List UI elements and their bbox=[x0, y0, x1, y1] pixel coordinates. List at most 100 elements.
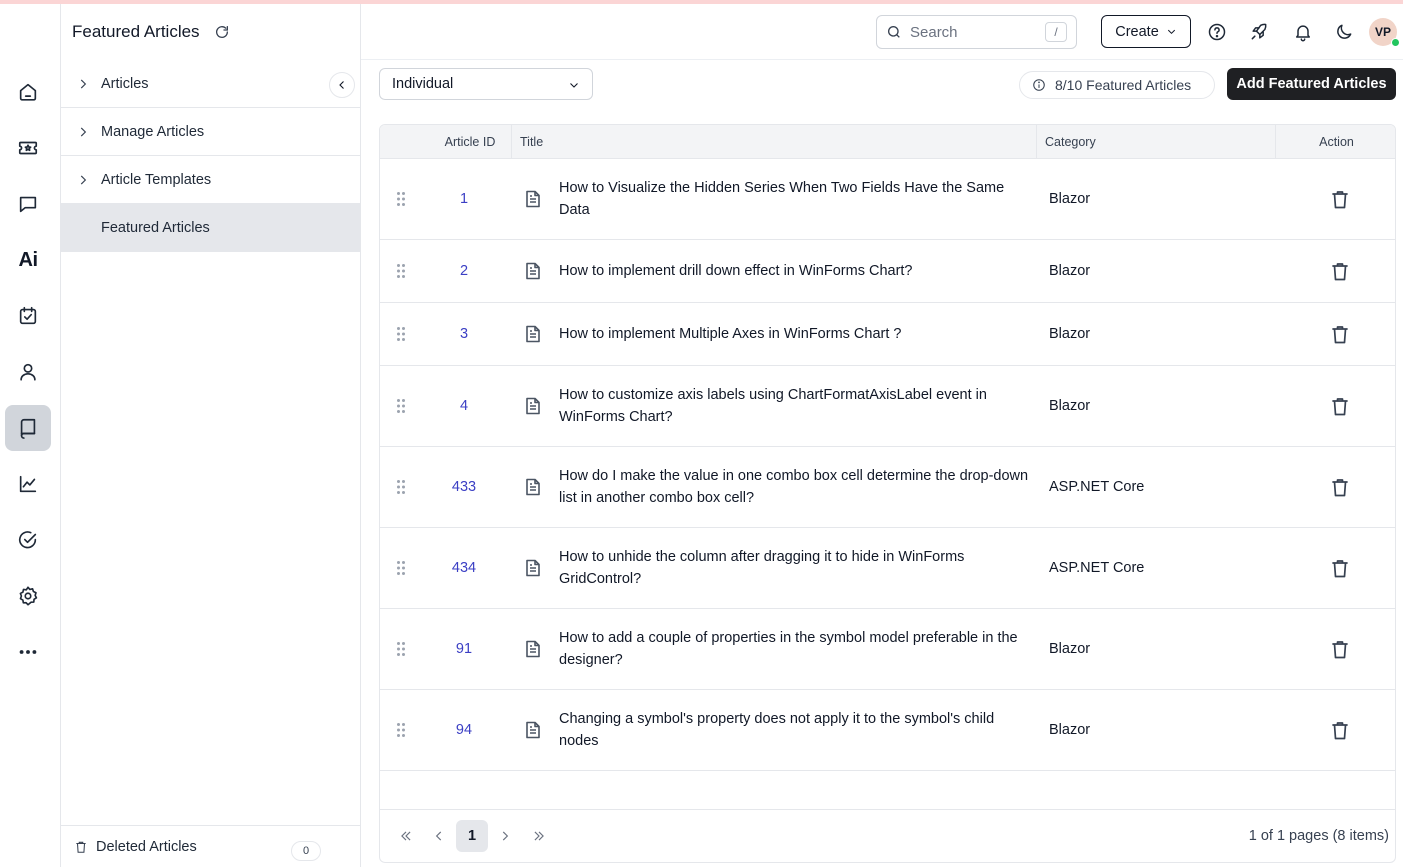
featured-count-badge: 8/10 Featured Articles bbox=[1019, 71, 1215, 99]
tasks-icon[interactable] bbox=[5, 293, 51, 339]
last-page-button[interactable] bbox=[523, 820, 555, 852]
column-header-category[interactable]: Category bbox=[1036, 125, 1275, 159]
reports-icon[interactable] bbox=[5, 461, 51, 507]
create-button[interactable]: Create bbox=[1101, 15, 1191, 48]
rocket-icon[interactable] bbox=[1247, 20, 1271, 44]
drag-handle-icon[interactable] bbox=[396, 609, 406, 689]
home-icon[interactable] bbox=[5, 69, 51, 115]
nav-item-article-templates[interactable]: Article Templates bbox=[61, 156, 361, 204]
article-id-link[interactable]: 3 bbox=[429, 303, 499, 365]
column-header-title[interactable]: Title bbox=[511, 125, 1036, 159]
drag-handle-icon[interactable] bbox=[396, 303, 406, 365]
header-divider bbox=[361, 59, 1403, 60]
refresh-icon[interactable] bbox=[214, 24, 230, 40]
approvals-icon[interactable] bbox=[5, 517, 51, 563]
more-icon[interactable] bbox=[5, 629, 51, 675]
bell-icon[interactable] bbox=[1291, 20, 1315, 44]
trash-icon bbox=[76, 841, 86, 853]
view-select[interactable]: Individual bbox=[379, 68, 593, 100]
article-id-link[interactable]: 2 bbox=[429, 240, 499, 302]
featured-articles-grid: Article ID Title Category Action 1 How to… bbox=[379, 124, 1396, 863]
article-id-link[interactable]: 433 bbox=[429, 447, 499, 527]
icon-rail: Ai bbox=[0, 4, 61, 867]
table-row[interactable]: 433 How do I make the value in one combo … bbox=[380, 447, 1395, 528]
drag-handle-icon[interactable] bbox=[396, 159, 406, 239]
moon-icon[interactable] bbox=[1332, 20, 1356, 44]
table-row[interactable]: 3 How to implement Multiple Axes in WinFo… bbox=[380, 303, 1395, 366]
article-title[interactable]: How to add a couple of properties in the… bbox=[559, 609, 1029, 689]
first-page-button[interactable] bbox=[390, 820, 422, 852]
delete-icon[interactable] bbox=[1331, 447, 1349, 527]
article-title[interactable]: How to Visualize the Hidden Series When … bbox=[559, 159, 1029, 239]
table-row[interactable]: 94 Changing a symbol's property does not … bbox=[380, 690, 1395, 771]
column-header-article-id[interactable]: Article ID bbox=[429, 125, 511, 159]
drag-handle-icon[interactable] bbox=[396, 690, 406, 770]
next-page-button[interactable] bbox=[489, 820, 521, 852]
document-icon bbox=[525, 447, 541, 527]
document-icon bbox=[525, 690, 541, 770]
table-row[interactable]: 91 How to add a couple of properties in t… bbox=[380, 609, 1395, 690]
article-id-link[interactable]: 91 bbox=[429, 609, 499, 689]
knowledge-base-icon[interactable] bbox=[5, 405, 51, 451]
page-number-button[interactable]: 1 bbox=[456, 820, 488, 852]
knowledge-base-nav: Featured Articles Articles Manage Articl… bbox=[61, 4, 361, 867]
nav-item-label: Articles bbox=[101, 75, 149, 92]
help-icon[interactable] bbox=[1205, 20, 1229, 44]
article-title[interactable]: Changing a symbol's property does not ap… bbox=[559, 690, 1029, 770]
deleted-count-badge: 0 bbox=[291, 841, 321, 861]
settings-icon[interactable] bbox=[5, 573, 51, 619]
drag-handle-icon[interactable] bbox=[396, 366, 406, 446]
delete-icon[interactable] bbox=[1331, 303, 1349, 365]
article-title[interactable]: How to implement drill down effect in Wi… bbox=[559, 240, 1029, 302]
document-icon bbox=[525, 366, 541, 446]
nav-item-label: Featured Articles bbox=[101, 220, 210, 236]
chevron-right-icon bbox=[502, 831, 509, 841]
pager-info: 1 of 1 pages (8 items) bbox=[1248, 828, 1389, 844]
search-input[interactable] bbox=[910, 23, 1040, 41]
article-title[interactable]: How to customize axis labels using Chart… bbox=[559, 366, 1029, 446]
drag-handle-icon[interactable] bbox=[396, 528, 406, 608]
search-shortcut-key: / bbox=[1045, 22, 1067, 42]
contacts-icon[interactable] bbox=[5, 349, 51, 395]
article-category: ASP.NET Core bbox=[1049, 479, 1145, 495]
delete-icon[interactable] bbox=[1331, 159, 1349, 239]
article-id-link[interactable]: 1 bbox=[429, 159, 499, 239]
page-title: Featured Articles bbox=[72, 22, 200, 41]
double-chevron-right-icon bbox=[534, 831, 544, 841]
previous-page-button[interactable] bbox=[423, 820, 455, 852]
delete-icon[interactable] bbox=[1331, 366, 1349, 446]
drag-handle-icon[interactable] bbox=[396, 447, 406, 527]
delete-icon[interactable] bbox=[1331, 609, 1349, 689]
ai-icon[interactable]: Ai bbox=[5, 237, 51, 283]
create-label: Create bbox=[1115, 23, 1159, 40]
nav-item-manage-articles[interactable]: Manage Articles bbox=[61, 108, 361, 156]
delete-icon[interactable] bbox=[1331, 528, 1349, 608]
article-title[interactable]: How do I make the value in one combo box… bbox=[559, 447, 1029, 527]
chat-icon[interactable] bbox=[5, 181, 51, 227]
drag-handle-icon[interactable] bbox=[396, 240, 406, 302]
nav-item-featured-articles[interactable]: Featured Articles bbox=[61, 204, 361, 252]
article-id-link[interactable]: 94 bbox=[429, 690, 499, 770]
article-id-link[interactable]: 4 bbox=[429, 366, 499, 446]
view-select-value: Individual bbox=[392, 76, 454, 92]
article-category: Blazor bbox=[1049, 326, 1091, 342]
nav-item-articles[interactable]: Articles bbox=[61, 60, 361, 108]
article-category: Blazor bbox=[1049, 722, 1091, 738]
article-id-link[interactable]: 434 bbox=[429, 528, 499, 608]
article-title[interactable]: How to unhide the column after dragging … bbox=[559, 528, 1029, 608]
table-row[interactable]: 4 How to customize axis labels using Char… bbox=[380, 366, 1395, 447]
article-title[interactable]: How to implement Multiple Axes in WinFor… bbox=[559, 303, 1029, 365]
document-icon bbox=[525, 609, 541, 689]
deleted-articles-link[interactable]: Deleted Articles 0 bbox=[61, 825, 361, 867]
chevron-down-icon bbox=[1167, 29, 1175, 35]
delete-icon[interactable] bbox=[1331, 240, 1349, 302]
ticket-icon[interactable] bbox=[5, 125, 51, 171]
table-row[interactable]: 1 How to Visualize the Hidden Series When… bbox=[380, 159, 1395, 240]
delete-icon[interactable] bbox=[1331, 690, 1349, 770]
table-row[interactable]: 434 How to unhide the column after draggi… bbox=[380, 528, 1395, 609]
search-box[interactable]: / bbox=[876, 15, 1077, 49]
table-row[interactable]: 2 How to implement drill down effect in W… bbox=[380, 240, 1395, 303]
article-category: Blazor bbox=[1049, 191, 1091, 207]
document-icon bbox=[525, 528, 541, 608]
add-featured-articles-button[interactable]: Add Featured Articles bbox=[1227, 68, 1396, 100]
